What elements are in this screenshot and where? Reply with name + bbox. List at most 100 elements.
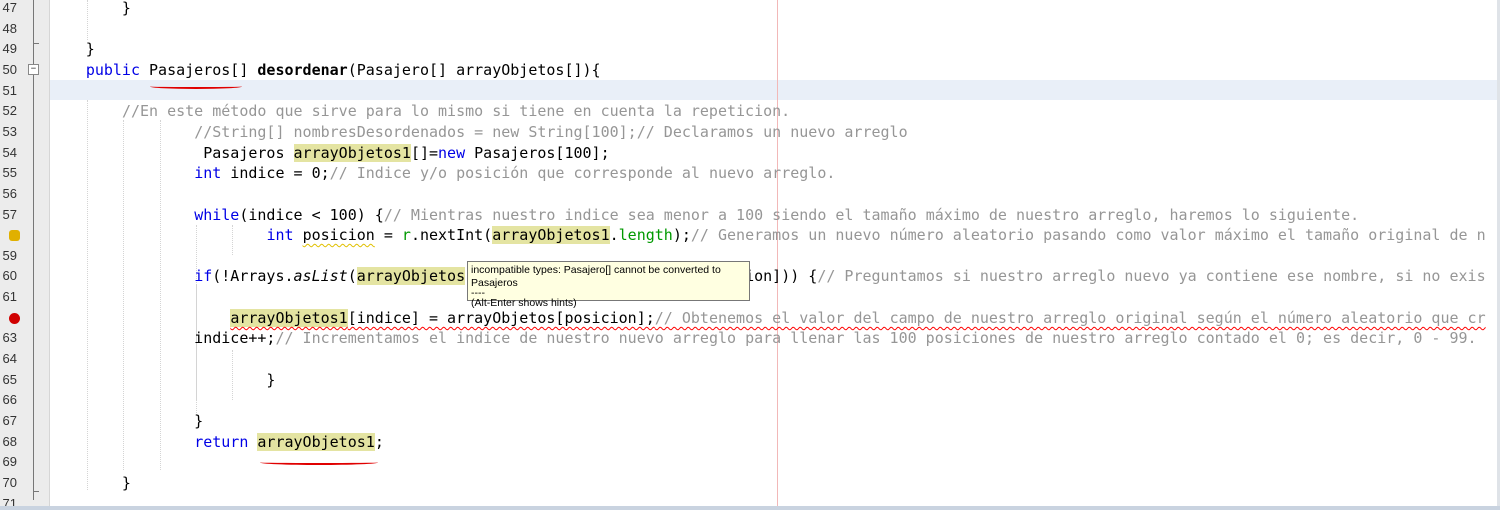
line-number: 56 <box>2 185 17 201</box>
fold-collapse-icon[interactable]: − <box>28 64 39 75</box>
line-number: 53 <box>2 123 17 139</box>
line-number: 65 <box>2 371 17 387</box>
line-number: 69 <box>2 454 17 470</box>
line-number: 63 <box>2 330 17 346</box>
code-line[interactable]: } <box>50 39 95 60</box>
code-line[interactable]: arrayObjetos1[indice] = arrayObjetos[pos… <box>50 308 1486 329</box>
code-line[interactable]: if(!Arrays.asList(arrayObjetos ion])) {/… <box>50 266 1486 287</box>
code-token: } <box>49 370 276 389</box>
line-number: 49 <box>2 41 17 57</box>
code-line[interactable]: Pasajeros arrayObjetos1[]=new Pasajeros[… <box>50 143 610 164</box>
line-number: 61 <box>2 289 17 305</box>
line-number: 47 <box>2 0 17 15</box>
line-number: 57 <box>2 206 17 222</box>
code-comment: // Mientras nuestro indice sea menor a 1… <box>383 205 1360 224</box>
line-number: 64 <box>2 351 17 367</box>
code-line[interactable]: public Pasajeros[] desordenar(Pasajero[]… <box>50 60 601 81</box>
hint-bulb-icon[interactable] <box>9 230 20 242</box>
code-comment: // Indice y/o posición que corresponde a… <box>329 164 836 183</box>
line-number: 66 <box>2 392 17 408</box>
right-margin-line <box>777 0 778 510</box>
code-comment: // Obtenemos el valor del campo de nuest… <box>654 308 1486 327</box>
line-number: 55 <box>2 165 17 181</box>
code-token: indice = 0; <box>221 164 330 183</box>
line-number: 60 <box>2 268 17 284</box>
code-keyword: int <box>194 164 222 183</box>
line-number: 67 <box>2 413 17 428</box>
fold-end-marker <box>33 43 39 44</box>
line-number: 48 <box>2 20 17 36</box>
tooltip-hint: (Alt-Enter shows hints) <box>471 297 577 309</box>
code-keyword: if <box>194 267 213 286</box>
fold-guide-line <box>33 0 34 500</box>
code-token: []= <box>410 143 439 162</box>
code-comment: // Incrementamos el indice de nuestro nu… <box>275 329 1477 348</box>
code-comment: // Preguntamos si nuestro arreglo nuevo … <box>817 267 1486 286</box>
line-number: 71 <box>2 495 17 511</box>
code-token: ); <box>672 226 691 245</box>
code-line[interactable]: //En este método que sirve para lo mismo… <box>50 101 791 122</box>
tooltip-message: incompatible types: Pasajero[] cannot be… <box>471 264 721 289</box>
tooltip-separator: ---- <box>471 287 485 299</box>
line-number: 70 <box>2 474 17 490</box>
code-token: (Pasajero[] arrayObjetos[]){ <box>347 60 601 79</box>
code-token: } <box>49 0 131 17</box>
code-line[interactable]: indice++;// Incrementamos el indice de n… <box>49 328 1477 349</box>
code-token: .nextInt( <box>410 226 493 245</box>
code-token: desordenar <box>257 60 348 79</box>
line-number: 68 <box>2 433 17 449</box>
line-number: 52 <box>2 103 17 119</box>
code-line[interactable]: int indice = 0;// Indice y/o posición qu… <box>50 163 836 184</box>
code-comment: //En este método que sirve para lo mismo… <box>121 102 791 121</box>
error-icon[interactable] <box>9 312 20 324</box>
code-token: indice++; <box>49 329 276 348</box>
code-comment: //String[] nombresDesordenados = new Str… <box>194 122 908 141</box>
code-token: posicion <box>302 226 375 245</box>
code-token: [indice] = arrayObjetos[posicion]; <box>347 308 655 327</box>
code-token: r <box>401 226 411 245</box>
fold-end-marker <box>33 491 39 492</box>
code-token: } <box>49 412 204 430</box>
code-line[interactable]: while(indice < 100) {// Mientras nuestro… <box>50 205 1359 226</box>
code-token: arrayObjetos1 <box>293 143 411 162</box>
code-token: } <box>49 40 95 59</box>
code-token: . <box>609 226 619 245</box>
code-token: } <box>49 473 131 492</box>
code-line[interactable]: return arrayObjetos1; <box>50 432 384 453</box>
code-line[interactable]: } <box>49 370 276 391</box>
code-line[interactable]: } <box>50 473 131 494</box>
code-token: length <box>618 226 673 245</box>
code-token: = <box>374 226 402 245</box>
code-keyword: return <box>194 432 249 451</box>
code-token: Pasajeros[100]; <box>465 143 610 162</box>
code-token: ion])) { <box>745 267 818 286</box>
line-number: 51 <box>2 82 17 98</box>
code-keyword: public <box>85 60 140 79</box>
code-token: arrayObjetos1 <box>492 226 610 245</box>
code-line[interactable]: //String[] nombresDesordenados = new Str… <box>50 122 908 143</box>
code-line[interactable]: } <box>50 0 131 19</box>
line-number: 54 <box>2 144 17 160</box>
horizontal-scrollbar[interactable] <box>0 506 1500 510</box>
code-token: (indice < 100) { <box>239 205 384 224</box>
code-line[interactable]: } <box>49 411 204 432</box>
code-comment: // Generamos un nuevo número aleatorio p… <box>690 226 1486 245</box>
code-token: Pasajeros <box>49 143 294 162</box>
red-annotation-underline <box>260 460 378 465</box>
code-line[interactable]: int posicion = r.nextInt(arrayObjetos1.l… <box>50 225 1486 246</box>
line-number: 50 <box>2 61 17 77</box>
code-token: arrayObjetos1 <box>230 308 348 327</box>
code-token: arrayObjetos <box>356 267 466 286</box>
error-tooltip: incompatible types: Pasajero[] cannot be… <box>467 261 750 309</box>
code-token: asList <box>293 267 348 286</box>
code-token: ; <box>374 432 384 451</box>
code-keyword: while <box>194 205 240 224</box>
